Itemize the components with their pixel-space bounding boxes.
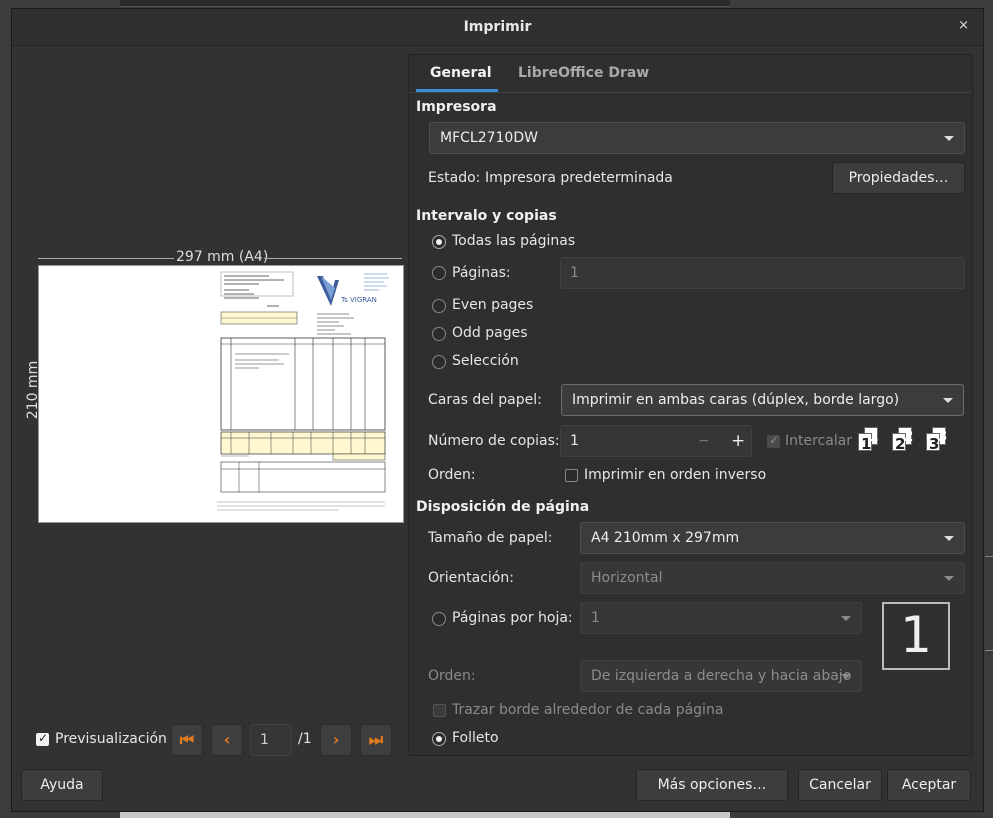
first-page-icon: ⏮	[179, 730, 195, 749]
draw-border-checkbox[interactable]	[433, 704, 446, 717]
accept-button[interactable]: Aceptar	[887, 769, 971, 801]
radio-odd-pages[interactable]	[432, 327, 446, 341]
invoice-thumbnail: Ts VIGRAN	[217, 271, 389, 511]
layout-section-title: Disposición de página	[416, 499, 590, 515]
pages-per-sheet-value: 1	[591, 610, 600, 626]
properties-button[interactable]: Propiedades…	[832, 162, 965, 194]
radio-selection[interactable]	[432, 355, 446, 369]
copies-value: 1	[570, 433, 579, 449]
page-preview: Ts VIGRAN	[38, 265, 404, 523]
orientation-label: Orientación:	[428, 570, 514, 586]
tab-libreoffice-draw[interactable]: LibreOffice Draw	[518, 65, 649, 81]
chevron-down-icon	[944, 136, 954, 141]
preview-checkbox-label: Previsualización	[55, 731, 167, 747]
layout-order-select[interactable]: De izquierda a derecha y hacia abajo	[580, 660, 862, 692]
chevron-left-icon: ‹	[223, 730, 231, 749]
background-line	[985, 556, 993, 557]
radio-pages-label: Páginas:	[452, 265, 511, 281]
radio-pages-per-sheet[interactable]	[432, 612, 446, 626]
title-bar: Imprimir ×	[12, 9, 983, 46]
pages-per-sheet-label: Páginas por hoja:	[452, 610, 573, 626]
pages-range-input[interactable]: 1	[560, 257, 965, 289]
radio-even-pages-label: Even pages	[452, 297, 534, 313]
close-icon[interactable]: ×	[958, 18, 969, 33]
radio-brochure[interactable]	[432, 732, 446, 746]
chevron-right-icon: ›	[332, 730, 340, 749]
status-label: Estado:	[428, 170, 481, 186]
chevron-down-icon	[944, 536, 954, 541]
dimension-line	[264, 258, 402, 259]
copies-decrement-button[interactable]: −	[698, 426, 710, 456]
page-number-input[interactable]: 1	[250, 724, 292, 756]
radio-all-pages[interactable]	[432, 235, 446, 249]
previous-page-button[interactable]: ‹	[211, 724, 243, 756]
chevron-down-icon	[944, 576, 954, 581]
paper-sides-value: Imprimir en ambas caras (dúplex, borde l…	[572, 392, 900, 408]
next-page-button[interactable]: ›	[320, 724, 352, 756]
cancel-button[interactable]: Cancelar	[798, 769, 882, 801]
tab-divider	[409, 92, 972, 93]
pages-per-sheet-preview: 1	[882, 602, 950, 670]
layout-order-label: Orden:	[428, 668, 476, 684]
chevron-down-icon	[943, 398, 953, 403]
reverse-order-checkbox[interactable]	[565, 469, 578, 482]
collate-checkbox[interactable]	[767, 433, 780, 448]
pages-per-sheet-select[interactable]: 1	[580, 602, 862, 634]
chevron-down-icon	[841, 674, 851, 679]
first-page-button[interactable]: ⏮	[171, 724, 203, 756]
paper-size-select[interactable]: A4 210mm x 297mm	[580, 522, 965, 554]
printer-select[interactable]: MFCL2710DW	[429, 122, 965, 154]
orientation-select[interactable]: Horizontal	[580, 562, 965, 594]
dialog-title: Imprimir	[463, 19, 532, 35]
brochure-label: Folleto	[452, 730, 499, 746]
radio-odd-pages-label: Odd pages	[452, 325, 528, 341]
chevron-down-icon	[841, 616, 851, 621]
tab-general[interactable]: General	[430, 65, 492, 81]
preview-width-label: 297 mm (A4)	[176, 249, 269, 265]
radio-even-pages[interactable]	[432, 299, 446, 313]
order-label: Orden:	[428, 467, 476, 483]
copies-input[interactable]: 1 − +	[560, 425, 752, 457]
draw-border-label: Trazar borde alrededor de cada página	[452, 702, 724, 718]
paper-sides-label: Caras del papel:	[428, 392, 542, 408]
background-line	[985, 650, 993, 651]
help-button[interactable]: Ayuda	[21, 769, 103, 801]
page-total-label: /1	[298, 731, 312, 747]
radio-selection-label: Selección	[452, 353, 519, 369]
radio-pages[interactable]	[432, 266, 446, 280]
paper-size-label: Tamaño de papel:	[428, 530, 553, 546]
print-dialog: Imprimir × 297 mm (A4) 210 mm Ts VIGRAN	[11, 8, 984, 812]
printer-section-title: Impresora	[416, 99, 497, 115]
reverse-order-label: Imprimir en orden inverso	[584, 467, 767, 483]
orientation-value: Horizontal	[591, 570, 663, 586]
paper-size-value: A4 210mm x 297mm	[591, 530, 740, 546]
printer-select-value: MFCL2710DW	[440, 130, 538, 146]
collate-icon: 11 22 33	[858, 427, 968, 459]
copies-label: Número de copias:	[428, 433, 560, 449]
last-page-button[interactable]: ⏭	[360, 724, 392, 756]
status-value: Impresora predeterminada	[485, 170, 673, 186]
collate-label: Intercalar	[785, 433, 853, 449]
last-page-icon: ⏭	[368, 730, 384, 749]
paper-sides-select[interactable]: Imprimir en ambas caras (dúplex, borde l…	[561, 384, 964, 416]
radio-all-pages-label: Todas las páginas	[452, 233, 576, 249]
range-section-title: Intervalo y copias	[416, 208, 557, 224]
dimension-line	[38, 258, 174, 259]
preview-checkbox[interactable]	[36, 731, 49, 746]
background-window-edge	[120, 0, 730, 7]
copies-increment-button[interactable]: +	[731, 426, 745, 456]
invoice-logo-text: Ts VIGRAN	[340, 296, 377, 304]
layout-order-value: De izquierda a derecha y hacia abajo	[591, 668, 852, 684]
more-options-button[interactable]: Más opciones…	[636, 769, 788, 801]
